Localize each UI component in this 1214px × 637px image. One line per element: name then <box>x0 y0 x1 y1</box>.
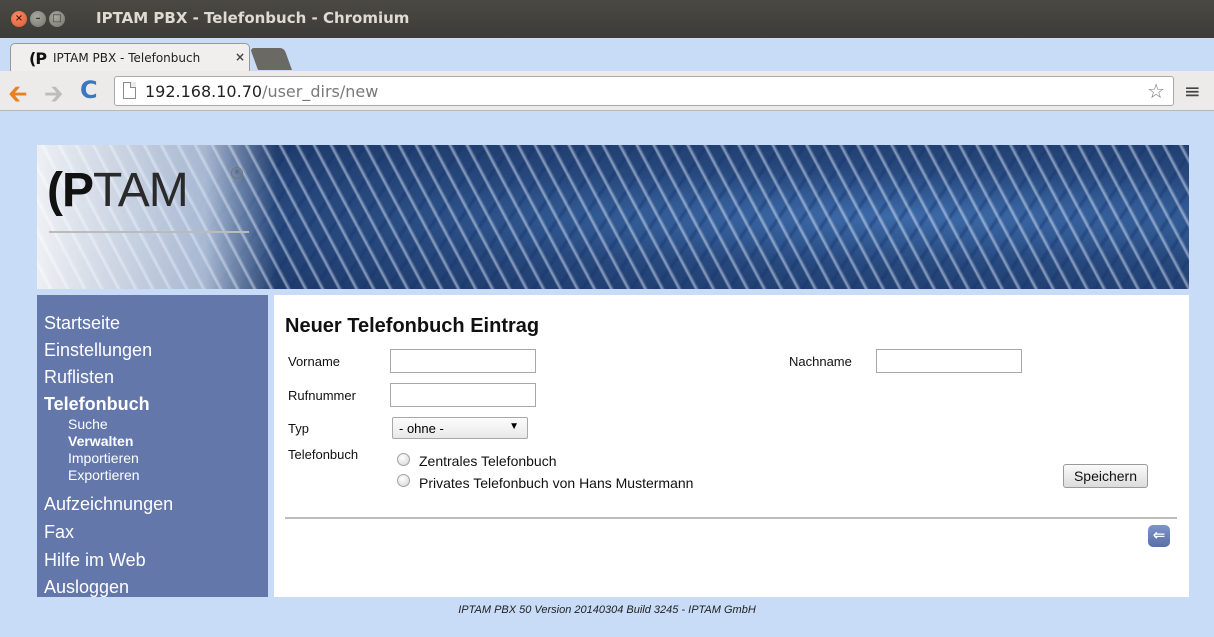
main-content: Neuer Telefonbuch Eintrag Vorname Nachna… <box>274 295 1189 597</box>
tab-title: IPTAM PBX - Telefonbuch <box>53 51 201 65</box>
registered-mark-icon: ® <box>231 167 243 179</box>
sidebar-nav: Startseite Einstellungen Ruflisten Telef… <box>37 295 268 597</box>
sidebar-item-startseite[interactable]: Startseite <box>44 313 120 334</box>
sidebar-subitem-exportieren[interactable]: Exportieren <box>68 467 140 483</box>
bookmark-star-icon[interactable]: ☆ <box>1147 79 1165 103</box>
footer-version: IPTAM PBX 50 Version 20140304 Build 3245… <box>458 604 756 616</box>
sidebar-item-fax[interactable]: Fax <box>44 522 74 543</box>
sidebar-subitem-verwalten[interactable]: Verwalten <box>68 433 133 449</box>
sidebar-subitem-importieren[interactable]: Importieren <box>68 450 139 466</box>
logo-tam: TAM <box>93 164 189 217</box>
rufnummer-input[interactable] <box>390 383 536 407</box>
rufnummer-label: Rufnummer <box>288 388 356 403</box>
window-minimize-button[interactable]: – <box>30 11 46 27</box>
radio-zentrales-telefonbuch[interactable] <box>397 453 410 466</box>
save-button[interactable]: Speichern <box>1063 464 1148 488</box>
new-tab-button[interactable] <box>249 48 293 70</box>
nachname-input[interactable] <box>876 349 1022 373</box>
typ-label: Typ <box>288 421 309 436</box>
browser-tab[interactable]: (P IPTAM PBX - Telefonbuch × <box>10 43 250 71</box>
typ-select[interactable]: - ohne - ▼ <box>392 417 528 439</box>
radio-privates-telefonbuch[interactable] <box>397 474 410 487</box>
radio-label-zentrales: Zentrales Telefonbuch <box>419 453 557 469</box>
sidebar-item-aufzeichnungen[interactable]: Aufzeichnungen <box>44 494 173 515</box>
sidebar-item-ausloggen[interactable]: Ausloggen <box>44 577 129 598</box>
window-titlebar: × – □ IPTAM PBX - Telefonbuch - Chromium <box>0 0 1214 38</box>
address-bar[interactable]: 192.168.10.70/user_dirs/new ☆ <box>114 76 1174 106</box>
logo-underline <box>49 231 249 233</box>
header-banner: (PTAM ® <box>37 145 1189 289</box>
forward-arrow-icon[interactable]: 🡲 <box>44 77 63 118</box>
nachname-label: Nachname <box>789 354 852 369</box>
window-maximize-button[interactable]: □ <box>49 11 65 27</box>
sidebar-item-einstellungen[interactable]: Einstellungen <box>44 340 152 361</box>
sidebar-item-ruflisten[interactable]: Ruflisten <box>44 367 114 388</box>
vorname-input[interactable] <box>390 349 536 373</box>
menu-icon[interactable]: ≡ <box>1184 79 1201 103</box>
back-arrow-icon[interactable]: 🡰 <box>8 77 27 118</box>
typ-selected-value: - ohne - <box>399 421 444 436</box>
telefonbuch-label: Telefonbuch <box>288 447 359 462</box>
url-text[interactable]: 192.168.10.70/user_dirs/new <box>145 82 378 101</box>
browser-toolbar: 🡰 🡲 C 192.168.10.70/user_dirs/new ☆ ≡ <box>0 71 1214 111</box>
iptam-logo: (PTAM <box>47 163 189 218</box>
page-icon <box>123 82 136 99</box>
back-arrow-button[interactable]: ⇐ <box>1148 525 1170 547</box>
url-host: 192.168.10.70 <box>145 82 263 101</box>
divider <box>285 517 1177 519</box>
logo-ip: (P <box>47 164 94 217</box>
sidebar-subitem-suche[interactable]: Suche <box>68 416 108 432</box>
radio-label-privates: Privates Telefonbuch von Hans Mustermann <box>419 475 694 491</box>
dropdown-arrow-icon: ▼ <box>509 421 519 432</box>
sidebar-item-hilfe[interactable]: Hilfe im Web <box>44 550 146 571</box>
tab-close-icon[interactable]: × <box>235 50 245 64</box>
sidebar-item-telefonbuch[interactable]: Telefonbuch <box>44 394 150 415</box>
window-close-button[interactable]: × <box>11 11 27 27</box>
reload-icon[interactable]: C <box>80 76 98 104</box>
page-title: Neuer Telefonbuch Eintrag <box>285 315 540 337</box>
window-title: IPTAM PBX - Telefonbuch - Chromium <box>96 9 410 27</box>
url-path: /user_dirs/new <box>262 82 379 101</box>
iptam-favicon-icon: (P <box>29 49 47 68</box>
vorname-label: Vorname <box>288 354 341 369</box>
